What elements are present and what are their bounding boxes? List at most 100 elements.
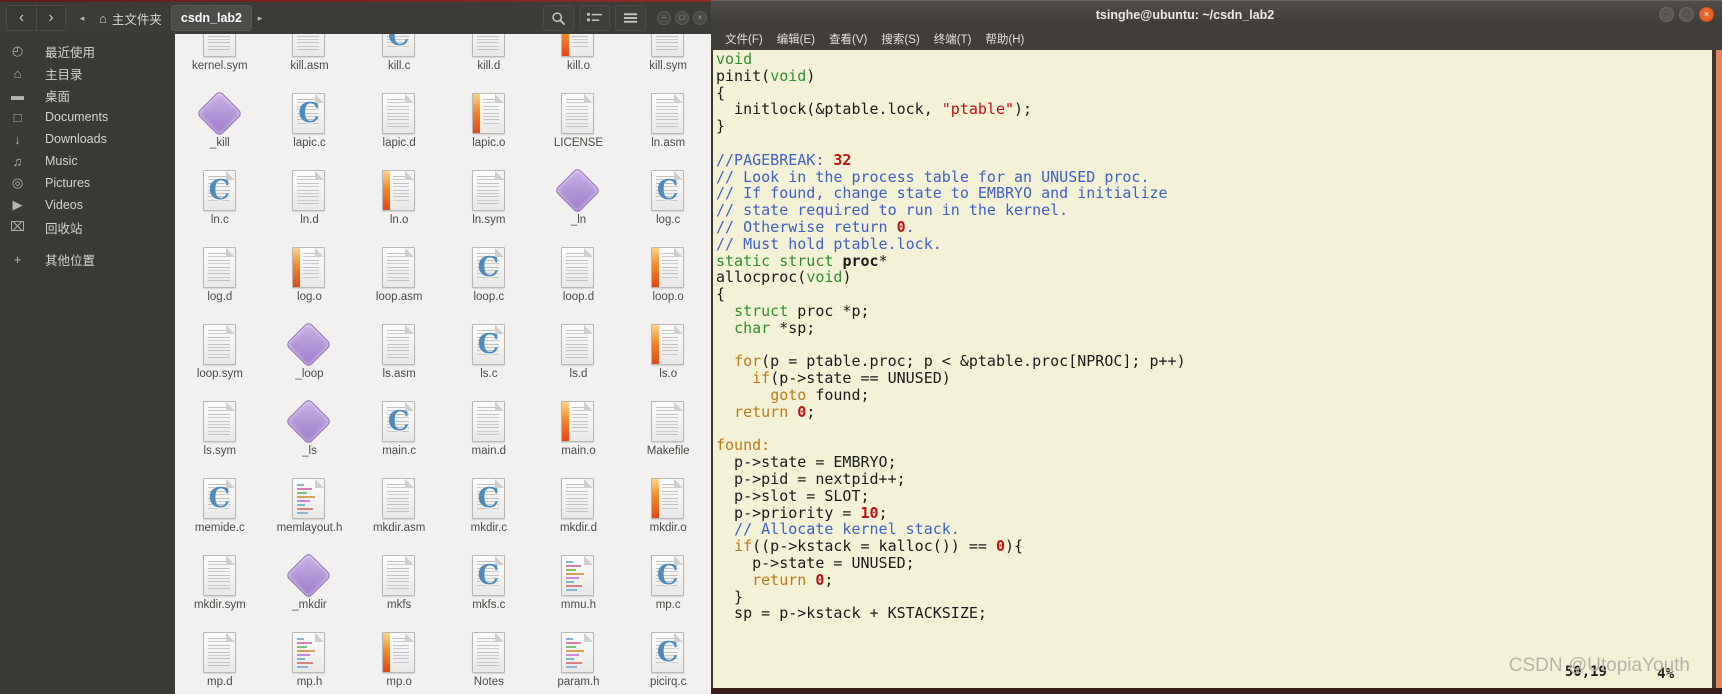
search-icon[interactable] [543,5,574,31]
back-button[interactable]: ‹ [6,5,36,31]
terminal-close-button[interactable]: × [1699,7,1714,22]
file-item[interactable]: main.o [534,397,624,474]
file-item[interactable]: ls.d [534,320,624,397]
sidebar-item-3[interactable]: □ Documents [0,106,175,128]
file-item[interactable]: Ckill.c [354,34,444,89]
file-item[interactable]: _loop [265,320,355,397]
file-item[interactable]: param.h [534,628,624,694]
file-item[interactable]: loop.asm [354,243,444,320]
menu-item-5[interactable]: 帮助(H) [979,29,1030,49]
file-item[interactable]: Cmp.c [623,551,713,628]
file-item[interactable]: ln.sym [444,166,534,243]
file-name-label: ls.c [480,368,498,380]
file-name-label: ls.asm [382,368,416,380]
file-item[interactable]: Notes [444,628,534,694]
file-item[interactable]: Cmain.c [354,397,444,474]
file-item[interactable]: Cmkdir.c [444,474,534,551]
file-name-label: ln.c [210,214,229,226]
sidebar-item-7[interactable]: ▶ Videos [0,194,175,216]
file-item[interactable]: kill.asm [265,34,355,89]
file-item[interactable]: lapic.d [354,89,444,166]
file-item[interactable]: Cmemide.c [175,474,265,551]
file-item[interactable]: _ln [534,166,624,243]
file-item[interactable]: mp.o [354,628,444,694]
terminal-minimize-button[interactable]: − [1659,7,1674,22]
sidebar-item-icon: ◴ [11,43,24,58]
file-item[interactable]: ln.asm [623,89,713,166]
menu-item-2[interactable]: 查看(V) [823,29,873,49]
c-source-file-icon: C [471,247,505,288]
file-item[interactable]: ls.o [623,320,713,397]
maximize-button[interactable]: □ [675,11,689,25]
file-item[interactable]: mkdir.asm [354,474,444,551]
file-item[interactable]: kill.o [534,34,624,89]
file-item[interactable]: Cmkfs.c [444,551,534,628]
file-item[interactable]: _mkdir [265,551,355,628]
file-item[interactable]: mkdir.o [623,474,713,551]
file-item[interactable]: Cloop.c [444,243,534,320]
text-file-icon [382,93,416,134]
file-item[interactable]: _kill [175,89,265,166]
file-icon: C [382,34,416,58]
file-item[interactable]: Cln.c [175,166,265,243]
menu-item-0[interactable]: 文件(F) [719,29,769,49]
file-item[interactable]: Clapic.c [265,89,355,166]
file-item[interactable]: LICENSE [534,89,624,166]
file-item[interactable]: ls.asm [354,320,444,397]
terminal-text-area[interactable]: void pinit(void) { initlock(&ptable.lock… [713,50,1712,688]
sidebar-item-1[interactable]: ⌂ 主目录 [0,62,175,84]
hamburger-menu-icon[interactable] [615,5,646,31]
file-grid-viewport[interactable]: kernel.sym kill.asm Ckill.c kill.d kill.o kil… [175,34,713,694]
file-item[interactable]: Clog.c [623,166,713,243]
file-item[interactable]: mkfs [354,551,444,628]
sidebar-item-other-locations[interactable]: + 其他位置 [0,248,175,270]
file-item[interactable]: mkdir.sym [175,551,265,628]
sidebar-item-8[interactable]: ⌧ 回收站 [0,216,175,238]
file-item[interactable]: _ls [265,397,355,474]
file-name-label: lapic.c [293,137,326,149]
file-item[interactable]: kill.sym [623,34,713,89]
file-item[interactable]: loop.o [623,243,713,320]
file-item[interactable]: lapic.o [444,89,534,166]
sidebar-item-label: 主目录 [45,67,83,82]
close-button[interactable]: × [693,11,707,25]
breadcrumb-prev-icon[interactable]: ◂ [74,5,90,31]
breadcrumb-item-home[interactable]: ⌂ 主文件夹 [90,5,171,31]
file-item[interactable]: memlayout.h [265,474,355,551]
file-name-label: ln.sym [472,214,506,226]
terminal-maximize-button[interactable]: □ [1679,7,1694,22]
file-item[interactable]: loop.sym [175,320,265,397]
terminal-scrollbar[interactable] [1716,50,1722,688]
file-item[interactable]: log.o [265,243,355,320]
list-view-icon[interactable] [579,5,610,31]
menu-item-3[interactable]: 搜索(S) [875,29,925,49]
file-name-label: mkdir.o [649,522,687,534]
breadcrumb-next-icon[interactable]: ▸ [252,5,268,31]
menu-item-4[interactable]: 终端(T) [928,29,978,49]
minimize-button[interactable]: − [657,11,671,25]
breadcrumb-item-current[interactable]: csdn_lab2 [170,5,253,31]
file-item[interactable]: mmu.h [534,551,624,628]
file-item[interactable]: main.d [444,397,534,474]
file-item[interactable]: mp.h [265,628,355,694]
file-item[interactable]: Cpicirq.c [623,628,713,694]
file-item[interactable]: ls.sym [175,397,265,474]
file-item[interactable]: loop.d [534,243,624,320]
file-icon [292,632,326,674]
file-item[interactable]: log.d [175,243,265,320]
sidebar-item-4[interactable]: ↓ Downloads [0,128,175,150]
sidebar-item-6[interactable]: ◎ Pictures [0,172,175,194]
sidebar-item-2[interactable]: ▬ 桌面 [0,84,175,106]
file-item[interactable]: Cls.c [444,320,534,397]
file-item[interactable]: mkdir.d [534,474,624,551]
file-item[interactable]: mp.d [175,628,265,694]
file-item[interactable]: ln.o [354,166,444,243]
forward-button[interactable]: › [36,5,66,31]
file-item[interactable]: kernel.sym [175,34,265,89]
file-item[interactable]: kill.d [444,34,534,89]
file-item[interactable]: Makefile [623,397,713,474]
sidebar-item-0[interactable]: ◴ 最近使用 [0,40,175,62]
menu-item-1[interactable]: 编辑(E) [771,29,821,49]
sidebar-item-5[interactable]: ♫ Music [0,150,175,172]
file-item[interactable]: ln.d [265,166,355,243]
